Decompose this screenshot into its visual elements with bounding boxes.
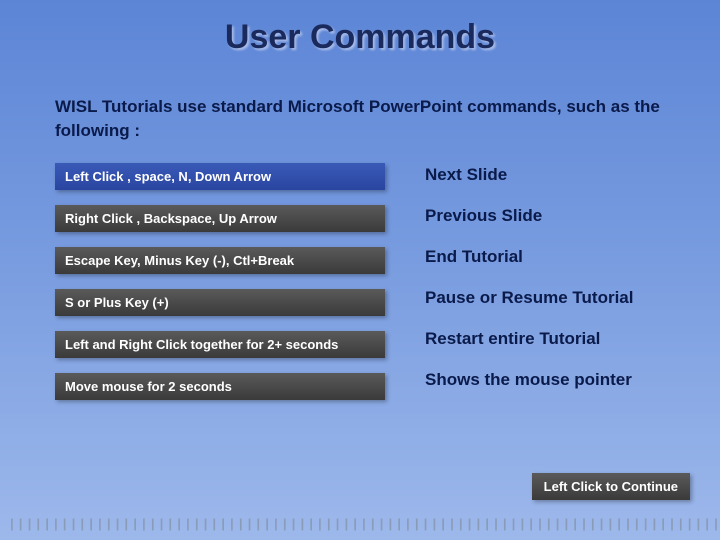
footer-ticks-left: ||||||||||||||||||||||||||||||||||||||||… (8, 517, 720, 532)
intro-text: WISL Tutorials use standard Microsoft Po… (55, 95, 670, 143)
description-item: Restart entire Tutorial (425, 329, 670, 349)
description-item: Shows the mouse pointer (425, 370, 670, 390)
command-item: Right Click , Backspace, Up Arrow (55, 205, 385, 232)
command-item: Escape Key, Minus Key (-), Ctl+Break (55, 247, 385, 274)
command-item: S or Plus Key (+) (55, 289, 385, 316)
descriptions-column: Next Slide Previous Slide End Tutorial P… (385, 163, 670, 411)
description-item: Previous Slide (425, 206, 670, 226)
footer-bar: ||||||||||||||||||||||||||||||||||||||||… (8, 517, 712, 532)
description-item: Pause or Resume Tutorial (425, 288, 670, 308)
command-item: Left and Right Click together for 2+ sec… (55, 331, 385, 358)
continue-button[interactable]: Left Click to Continue (532, 473, 690, 500)
slide-title: User Commands (0, 0, 720, 57)
commands-column: Left Click , space, N, Down Arrow Right … (55, 163, 385, 411)
command-item: Move mouse for 2 seconds (55, 373, 385, 400)
command-item: Left Click , space, N, Down Arrow (55, 163, 385, 190)
content-area: Left Click , space, N, Down Arrow Right … (0, 163, 720, 411)
description-item: Next Slide (425, 165, 670, 185)
description-item: End Tutorial (425, 247, 670, 267)
